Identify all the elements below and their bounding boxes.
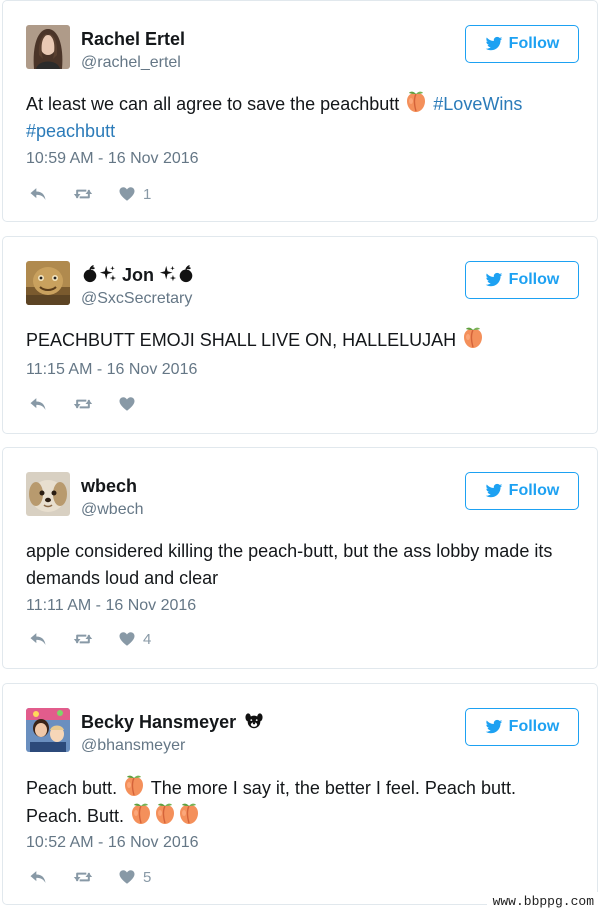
retweet-icon [71,867,95,887]
reply-icon [27,629,49,649]
like-count: 5 [143,868,152,886]
tweet-text-body: PEACHBUTT EMOJI SHALL LIVE ON, HALLELUJA… [26,330,457,350]
avatar[interactable] [26,708,70,752]
reply-button[interactable] [27,629,49,649]
hashtag-link[interactable]: #LoveWins [433,94,522,114]
display-name-text: Becky Hansmeyer [81,712,237,732]
peach-emoji-icon [122,774,146,798]
avatar[interactable] [26,472,70,516]
tweet-text-body: Peach butt. [26,778,118,798]
reply-icon [27,184,49,204]
display-name[interactable]: Rachel Ertel [81,28,185,50]
sparkles-emoji-icon [159,265,177,283]
peach-emoji-icon [177,802,201,826]
retweet-button[interactable] [71,184,95,204]
tweet-text: Peach butt. The more I say it, the bette… [26,774,566,830]
user-handle[interactable]: @wbech [81,500,144,520]
avatar[interactable] [26,25,70,69]
tweet-card[interactable]: wbech @wbech Follow apple considered kil… [2,447,598,669]
sparkles-emoji-icon [99,265,117,283]
retweet-button[interactable] [71,629,95,649]
hashtag-link[interactable]: #peachbutt [26,121,115,141]
user-handle[interactable]: @SxcSecretary [81,289,192,309]
like-button[interactable] [117,394,137,414]
follow-label: Follow [508,718,560,735]
tweet-actions: 1 [27,184,173,204]
twitter-bird-icon [485,271,503,289]
timestamp[interactable]: 11:15 AM - 16 Nov 2016 [26,360,197,380]
like-button[interactable]: 1 [117,184,151,204]
retweet-icon [71,629,95,649]
peach-emoji-icon [153,802,177,826]
apple-emoji-icon [81,265,99,283]
display-name-text: Jon [122,265,155,285]
reply-icon [27,867,49,887]
avatar-image [26,472,70,516]
reply-button[interactable] [27,867,49,887]
timestamp[interactable]: 10:52 AM - 16 Nov 2016 [26,833,199,853]
user-handle[interactable]: @bhansmeyer [81,736,185,756]
like-button[interactable]: 5 [117,867,151,887]
avatar-image [26,25,70,69]
retweet-button[interactable] [71,394,95,414]
like-count: 1 [143,185,152,203]
peach-emoji-icon [404,90,428,114]
heart-icon [117,185,137,203]
display-name[interactable]: wbech [81,475,137,497]
avatar-image [26,261,70,305]
peach-emoji-icon [129,802,153,826]
avatar-image [26,708,70,752]
reply-icon [27,394,49,414]
watermark: www.bbppg.com [486,892,600,911]
twitter-bird-icon [485,718,503,736]
display-name[interactable]: Becky Hansmeyer [81,711,263,733]
twitter-bird-icon [485,482,503,500]
heart-icon [117,868,137,886]
tweet-text-body: At least we can all agree to save the pe… [26,94,400,114]
retweet-button[interactable] [71,867,95,887]
peach-emoji-icon [461,326,485,350]
apple-emoji-icon [177,265,195,283]
tweet-card[interactable]: Jon @SxcSecretary Follow PEACHBUTT EMOJI… [2,236,598,434]
timestamp[interactable]: 11:11 AM - 16 Nov 2016 [26,596,196,616]
like-button[interactable]: 4 [117,629,151,649]
tweet-actions [27,394,159,414]
follow-button[interactable]: Follow [465,708,579,746]
follow-label: Follow [508,271,560,288]
dog-face-icon [245,712,263,730]
timestamp[interactable]: 10:59 AM - 16 Nov 2016 [26,149,199,169]
retweet-icon [71,394,95,414]
display-name[interactable]: Jon [81,264,195,286]
tweet-text: At least we can all agree to save the pe… [26,90,576,145]
twitter-bird-icon [485,35,503,53]
follow-button[interactable]: Follow [465,25,579,63]
retweet-icon [71,184,95,204]
follow-label: Follow [508,35,560,52]
follow-button[interactable]: Follow [465,261,579,299]
heart-icon [117,630,137,648]
follow-button[interactable]: Follow [465,472,579,510]
tweet-actions: 4 [27,629,173,649]
reply-button[interactable] [27,394,49,414]
tweet-card[interactable]: Becky Hansmeyer @bhansmeyer Follow Peach… [2,683,598,905]
like-count: 4 [143,630,152,648]
avatar[interactable] [26,261,70,305]
tweet-text: apple considered killing the peach-butt,… [26,541,553,588]
tweet-card[interactable]: Rachel Ertel @rachel_ertel Follow At lea… [2,0,598,222]
reply-button[interactable] [27,184,49,204]
tweet-actions: 5 [27,867,173,887]
tweet-text: PEACHBUTT EMOJI SHALL LIVE ON, HALLELUJA… [26,326,576,354]
user-handle[interactable]: @rachel_ertel [81,53,181,73]
follow-label: Follow [508,482,560,499]
heart-icon [117,395,137,413]
